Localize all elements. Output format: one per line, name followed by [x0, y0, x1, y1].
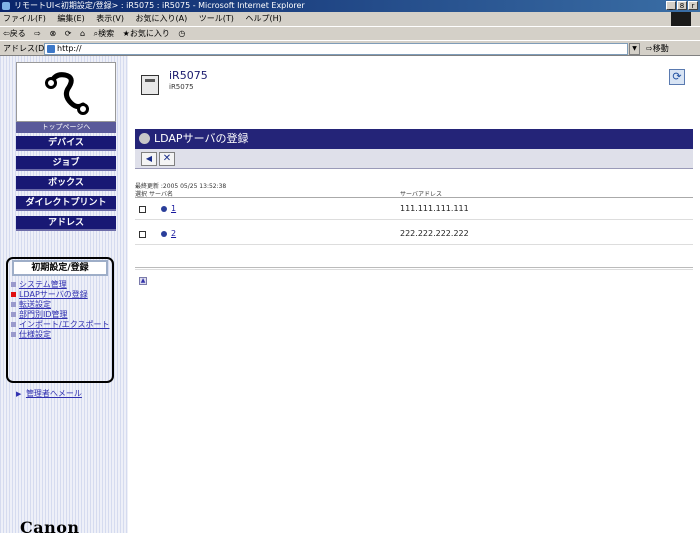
- top-page-link[interactable]: トップページへ: [16, 122, 116, 133]
- menu-help[interactable]: ヘルプ(H): [245, 14, 281, 23]
- subnav-specifications[interactable]: 仕様設定: [10, 330, 112, 339]
- table-header: 選択 サーバ名 サーバアドレス: [135, 189, 693, 198]
- subnav-forwarding[interactable]: 転送設定: [10, 300, 112, 309]
- admin-mail[interactable]: ▶ 管理者へメール: [16, 388, 82, 399]
- subnav-link[interactable]: インポート/エクスポート: [19, 320, 109, 329]
- subnav-link[interactable]: 部門別ID管理: [19, 310, 68, 319]
- bullet-icon: [11, 302, 16, 307]
- go-button[interactable]: ⇨移動: [646, 41, 669, 55]
- remote-ui-logo-icon: [45, 72, 89, 115]
- bullet-icon: [11, 332, 16, 337]
- col-server-name: サーバ名: [149, 191, 173, 198]
- subnav-department-id[interactable]: 部門別ID管理: [10, 310, 112, 319]
- favorites-button[interactable]: ★お気に入り: [123, 29, 170, 38]
- nav-device[interactable]: デバイス: [16, 136, 116, 151]
- subnav-link[interactable]: LDAPサーバの登録: [19, 290, 88, 299]
- bullet-icon: [11, 312, 16, 317]
- main-content: iR5075 iR5075 ⟳ LDAPサーバの登録 ◀ ✕ 最終更新 :200…: [131, 56, 700, 533]
- subnav-link[interactable]: 仕様設定: [19, 330, 51, 339]
- subnav-ldap-server[interactable]: LDAPサーバの登録: [10, 290, 112, 299]
- arrow-right-icon: ▶: [16, 390, 22, 398]
- subnav-system-management[interactable]: システム管理: [10, 280, 112, 289]
- toolbar: ⇦戻る ⇨ ⊗ ⟳ ⌂ ⌕検索 ★お気に入り ◷: [0, 26, 700, 40]
- printer-icon: [141, 75, 159, 95]
- device-model: iR5075: [169, 83, 194, 91]
- server-address: 222.222.222.222: [400, 229, 469, 238]
- stop-icon[interactable]: ⊗: [50, 29, 57, 38]
- nav-box[interactable]: ボックス: [16, 176, 116, 191]
- page-icon: [47, 45, 55, 53]
- select-checkbox[interactable]: [139, 231, 146, 238]
- section-title: LDAPサーバの登録: [154, 132, 249, 145]
- delete-server-button[interactable]: ✕: [159, 152, 175, 166]
- address-dropdown-icon[interactable]: ▼: [629, 43, 640, 55]
- server-bullet-icon: [161, 206, 167, 212]
- select-checkbox[interactable]: [139, 206, 146, 213]
- ie-logo-icon: [671, 12, 691, 26]
- ie-icon: [2, 2, 10, 10]
- divider: [135, 267, 693, 270]
- nav-settings-registration[interactable]: 初期設定/登録: [12, 260, 108, 276]
- ldap-server-icon: [139, 133, 150, 144]
- address-input[interactable]: http://: [44, 43, 628, 55]
- section-header: LDAPサーバの登録: [135, 129, 693, 149]
- nav-address[interactable]: アドレス: [16, 216, 116, 231]
- refresh-icon[interactable]: ⟳: [65, 29, 72, 38]
- server-name-link[interactable]: 1: [171, 204, 176, 213]
- forward-button[interactable]: ⇨: [34, 29, 41, 38]
- window-titlebar: リモートUI<初期設定/登録> : iR5075 : iR5075 - Micr…: [0, 0, 700, 12]
- subnav-link[interactable]: システム管理: [19, 280, 67, 289]
- canon-logo: Canon: [20, 518, 80, 537]
- col-select: 選択: [135, 191, 148, 198]
- menu-favorites[interactable]: お気に入り(A): [136, 14, 188, 23]
- nav-job[interactable]: ジョブ: [16, 156, 116, 171]
- restore-button[interactable]: 8: [677, 1, 687, 10]
- search-button[interactable]: ⌕検索: [94, 29, 114, 38]
- table-row: 2 222.222.222.222: [135, 225, 693, 245]
- menubar: ファイル(F) 編集(E) 表示(V) お気に入り(A) ツール(T) ヘルプ(…: [0, 12, 700, 26]
- menu-edit[interactable]: 編集(E): [57, 14, 84, 23]
- bullet-icon: [11, 322, 16, 327]
- bullet-icon: [11, 292, 16, 297]
- bullet-icon: [11, 282, 16, 287]
- settings-subnav: システム管理 LDAPサーバの登録 転送設定 部門別ID管理 インポート/エクス…: [10, 280, 112, 340]
- subnav-import-export[interactable]: インポート/エクスポート: [10, 320, 112, 329]
- server-bullet-icon: [161, 231, 167, 237]
- server-name-link[interactable]: 2: [171, 229, 176, 238]
- subnav-link[interactable]: 転送設定: [19, 300, 51, 309]
- server-address: 111.111.111.111: [400, 204, 469, 213]
- add-server-button[interactable]: ◀: [141, 152, 157, 166]
- close-button[interactable]: r: [688, 1, 698, 10]
- history-icon[interactable]: ◷: [178, 29, 185, 38]
- back-button[interactable]: ⇦戻る: [3, 29, 26, 38]
- window-controls: _ 8 r: [666, 1, 698, 10]
- back-to-top-icon[interactable]: ▲: [139, 277, 147, 285]
- home-icon[interactable]: ⌂: [80, 29, 85, 38]
- table-row: 1 111.111.111.111: [135, 200, 693, 220]
- device-name: iR5075: [169, 69, 208, 82]
- window-title: リモートUI<初期設定/登録> : iR5075 : iR5075 - Micr…: [14, 1, 305, 10]
- menu-view[interactable]: 表示(V): [96, 14, 124, 23]
- remote-ui-logo: [16, 62, 116, 122]
- address-bar: アドレス(D) http:// ▼ ⇨移動: [0, 40, 700, 56]
- nav-direct-print[interactable]: ダイレクトプリント: [16, 196, 116, 211]
- address-label: アドレス(D): [3, 44, 48, 53]
- address-url: http://: [57, 44, 82, 53]
- action-bar: ◀ ✕: [135, 149, 693, 169]
- sidebar: トップページへ デバイス ジョブ ボックス ダイレクトプリント アドレス 初期設…: [0, 56, 128, 537]
- minimize-button[interactable]: _: [666, 1, 676, 10]
- menu-tools[interactable]: ツール(T): [199, 14, 234, 23]
- admin-mail-link[interactable]: 管理者へメール: [26, 389, 82, 398]
- col-server-address: サーバアドレス: [400, 191, 442, 198]
- menu-file[interactable]: ファイル(F): [3, 14, 46, 23]
- refresh-icon[interactable]: ⟳: [669, 69, 685, 85]
